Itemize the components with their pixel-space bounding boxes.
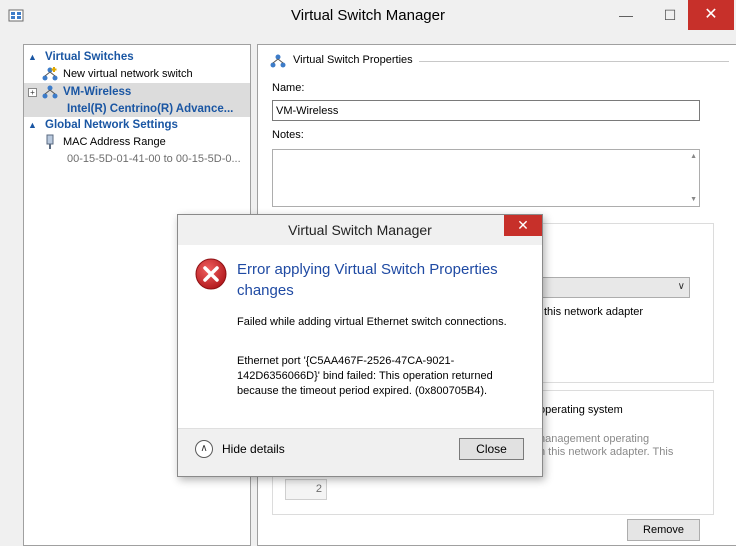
global-settings-header-label: Global Network Settings <box>45 119 178 131</box>
dialog-footer: ∧ Hide details Close <box>178 428 542 476</box>
hide-details-label: Hide details <box>222 442 285 456</box>
new-switch-icon <box>42 67 58 81</box>
vm-switch-name: VM-Wireless <box>63 86 132 98</box>
vlan-description-line2: n this network adapter. This <box>539 446 674 458</box>
dialog-title: Virtual Switch Manager <box>288 222 432 238</box>
mac-range-value: 00-15-5D-01-41-00 to 00-15-5D-0... <box>67 153 241 165</box>
header-divider <box>419 61 729 62</box>
minimize-button[interactable]: — <box>604 0 648 30</box>
vlan-description-line1: nanagement operating <box>539 433 650 445</box>
collapse-chevron-icon[interactable]: ▲ <box>28 49 37 65</box>
scroll-up-icon[interactable]: ▲ <box>690 153 697 160</box>
close-button[interactable]: Close <box>459 438 524 460</box>
error-icon <box>195 258 227 290</box>
collapse-chevron-icon[interactable]: ▲ <box>28 117 37 133</box>
virtual-switches-header-label: Virtual Switches <box>45 51 134 63</box>
properties-header-label: Virtual Switch Properties <box>293 54 413 66</box>
new-virtual-switch-item[interactable]: New virtual network switch <box>24 65 250 83</box>
vlan-id-input[interactable]: 2 <box>285 479 327 500</box>
switch-name-input[interactable] <box>272 100 700 121</box>
external-network-select[interactable]: ∨ <box>528 277 690 298</box>
title-bar: Virtual Switch Manager — ☐ ✕ <box>0 0 736 32</box>
name-label: Name: <box>272 82 305 94</box>
error-dialog: Virtual Switch Manager ✕ Error applying … <box>177 214 543 477</box>
scroll-down-icon[interactable]: ▼ <box>690 196 697 203</box>
virtual-switch-icon <box>270 54 286 68</box>
remove-button[interactable]: Remove <box>627 519 700 541</box>
vlan-os-label: operating system <box>539 404 623 416</box>
vm-wireless-switch-item[interactable]: + VM-Wireless <box>24 83 250 101</box>
maximize-button[interactable]: ☐ <box>648 0 692 30</box>
global-network-settings-header[interactable]: ▲ Global Network Settings <box>24 117 250 133</box>
mac-address-range-item[interactable]: MAC Address Range <box>24 133 250 151</box>
vm-switch-adapter[interactable]: Intel(R) Centrino(R) Advance... <box>24 101 250 117</box>
virtual-switch-icon <box>42 85 58 99</box>
dialog-close-button[interactable]: ✕ <box>504 215 542 236</box>
new-switch-label: New virtual network switch <box>63 68 193 80</box>
error-message-details: Ethernet port '{C5AA467F-2526-47CA-9021-… <box>237 355 493 397</box>
expand-plus-icon[interactable]: + <box>28 88 37 97</box>
allow-mgmt-os-text: this network adapter <box>544 306 644 318</box>
close-window-button[interactable]: ✕ <box>688 0 734 30</box>
notes-textarea[interactable]: ▲ ▼ <box>272 149 700 207</box>
chevron-up-icon[interactable]: ∧ <box>195 440 213 458</box>
dialog-body: Error applying Virtual Switch Properties… <box>178 245 542 428</box>
virtual-switches-header[interactable]: ▲ Virtual Switches <box>24 49 250 65</box>
error-message-summary: Failed while adding virtual Ethernet swi… <box>237 316 507 328</box>
network-adapter-icon <box>46 134 54 149</box>
error-heading: Error applying Virtual Switch Properties… <box>237 261 498 299</box>
vm-switch-adapter-label: Intel(R) Centrino(R) Advance... <box>67 103 234 115</box>
notes-label: Notes: <box>272 129 304 141</box>
mac-range-label: MAC Address Range <box>63 136 166 148</box>
dropdown-arrow-icon[interactable]: ∨ <box>678 281 685 292</box>
dialog-title-bar: Virtual Switch Manager ✕ <box>178 215 542 245</box>
